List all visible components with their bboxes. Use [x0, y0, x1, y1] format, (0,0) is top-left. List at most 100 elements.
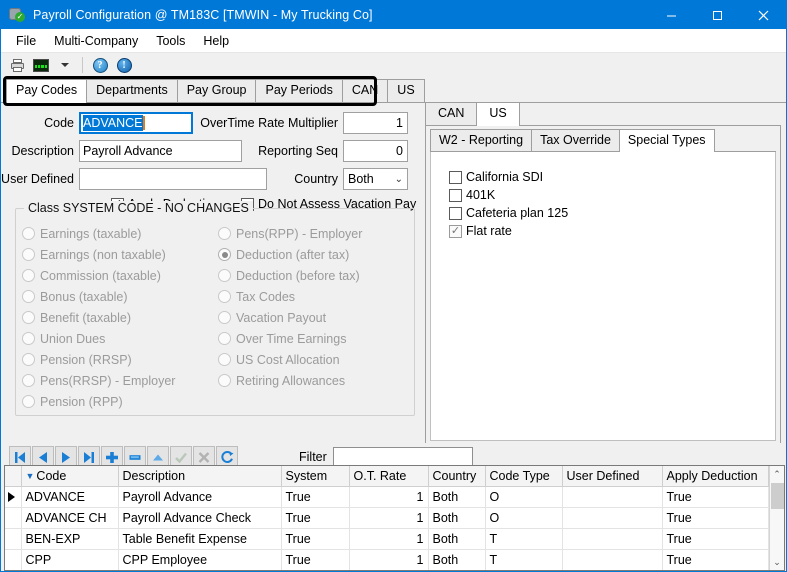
close-button[interactable]: [740, 1, 786, 29]
radio-retiring-allowances[interactable]: Retiring Allowances: [218, 370, 414, 391]
tab-us[interactable]: US: [387, 79, 424, 102]
chevron-down-icon[interactable]: [54, 55, 76, 75]
column-header-user-defined[interactable]: User Defined: [562, 466, 662, 487]
radio-icon: [218, 353, 231, 366]
menu-item-multi-company[interactable]: Multi-Company: [45, 31, 147, 51]
grid-vertical-scrollbar[interactable]: ⌃ ⌄: [769, 466, 785, 570]
table-row[interactable]: CPP CPP Employee True 1 Both T True: [5, 550, 768, 571]
paycodes-grid: ▼Code Description System O.T. Rate Count…: [4, 465, 785, 571]
column-header-system[interactable]: System: [281, 466, 349, 487]
radio-us-cost-allocation[interactable]: US Cost Allocation: [218, 349, 414, 370]
table-row[interactable]: ADVANCE Payroll Advance True 1 Both O Tr…: [5, 487, 768, 508]
tab-tax-override[interactable]: Tax Override: [531, 129, 620, 151]
column-header-code-type[interactable]: Code Type: [485, 466, 562, 487]
overtime-rate-multiplier-input[interactable]: 1: [343, 112, 408, 134]
radio-commission-taxable[interactable]: Commission (taxable): [22, 265, 218, 286]
radio-pens-rrsp-employer[interactable]: Pens(RRSP) - Employer: [22, 370, 218, 391]
tab-pay-periods[interactable]: Pay Periods: [255, 79, 342, 102]
tab-can[interactable]: CAN: [342, 79, 388, 102]
radio-icon: [22, 269, 35, 282]
cell-country: Both: [428, 487, 485, 508]
class-groupbox: Class SYSTEM CODE - NO CHANGES Earnings …: [15, 208, 415, 416]
user-defined-input[interactable]: [79, 168, 267, 190]
main-tabstrip-wrapper: Pay Codes Departments Pay Group Pay Peri…: [1, 79, 786, 103]
radio-icon: [218, 227, 231, 240]
code-input-value: ADVANCE: [83, 115, 143, 131]
menu-item-help[interactable]: Help: [194, 31, 238, 51]
flat-rate-label: Flat rate: [466, 224, 512, 238]
column-header-ot-rate[interactable]: O.T. Rate: [349, 466, 428, 487]
radio-pension-rrsp[interactable]: Pension (RRSP): [22, 349, 218, 370]
description-label: Description: [1, 144, 79, 158]
radio-pens-rpp-employer[interactable]: Pens(RPP) - Employer: [218, 223, 414, 244]
text-caret: [143, 116, 145, 130]
cell-code-type: O: [485, 487, 562, 508]
tab-special-types[interactable]: Special Types: [619, 129, 715, 152]
tab-w2-reporting[interactable]: W2 - Reporting: [430, 129, 532, 151]
maximize-button[interactable]: [694, 1, 740, 29]
radio-union-dues[interactable]: Union Dues: [22, 328, 218, 349]
radio-deduction-after-tax[interactable]: Deduction (after tax): [218, 244, 414, 265]
cell-code: ADVANCE: [21, 487, 118, 508]
checkbox-california-sdi[interactable]: California SDI: [449, 168, 775, 186]
cell-ot-rate: 1: [349, 529, 428, 550]
reporting-seq-input[interactable]: 0: [343, 140, 408, 162]
scroll-up-icon[interactable]: ⌃: [770, 466, 785, 482]
tab-pay-codes[interactable]: Pay Codes: [6, 79, 87, 103]
row-marker-cell: [5, 508, 21, 529]
column-header-apply-deduction[interactable]: Apply Deduction: [662, 466, 768, 487]
print-icon[interactable]: [6, 55, 28, 75]
checkbox-cafeteria-plan-125[interactable]: Cafeteria plan 125: [449, 204, 775, 222]
tab-pay-group[interactable]: Pay Group: [177, 79, 257, 102]
code-input[interactable]: ADVANCE: [79, 112, 193, 134]
minimize-button[interactable]: [648, 1, 694, 29]
radio-bonus-taxable[interactable]: Bonus (taxable): [22, 286, 218, 307]
radio-earnings-taxable[interactable]: Earnings (taxable): [22, 223, 218, 244]
scroll-down-icon[interactable]: ⌄: [770, 554, 785, 570]
help-icon[interactable]: ?: [89, 55, 111, 75]
info-glyph: !: [117, 58, 132, 73]
radio-icon: [218, 311, 231, 324]
radio-label: Pens(RRSP) - Employer: [40, 374, 175, 388]
radio-label: Vacation Payout: [236, 311, 326, 325]
info-icon[interactable]: !: [113, 55, 135, 75]
cell-system: True: [281, 508, 349, 529]
menu-item-file[interactable]: File: [7, 31, 45, 51]
preview-monitor-icon[interactable]: [30, 55, 52, 75]
menu-item-tools[interactable]: Tools: [147, 31, 194, 51]
country-select[interactable]: Both ⌄: [343, 168, 408, 190]
checkbox-401k[interactable]: 401K: [449, 186, 775, 204]
radio-label: Earnings (taxable): [40, 227, 141, 241]
table-row[interactable]: ADVANCE CH Payroll Advance Check True 1 …: [5, 508, 768, 529]
country-select-value: Both: [348, 172, 374, 186]
scrollbar-thumb[interactable]: [771, 483, 784, 509]
radio-label: Benefit (taxable): [40, 311, 131, 325]
column-header-code[interactable]: ▼Code: [21, 466, 118, 487]
cell-country: Both: [428, 550, 485, 571]
radio-tax-codes[interactable]: Tax Codes: [218, 286, 414, 307]
window-titlebar: ✓ Payroll Configuration @ TM183C [TMWIN …: [1, 1, 786, 29]
radio-label: Pens(RPP) - Employer: [236, 227, 362, 241]
radio-icon: [22, 353, 35, 366]
checkbox-flat-rate[interactable]: ✓ Flat rate: [449, 222, 775, 240]
radio-label: Pension (RRSP): [40, 353, 132, 367]
tab-us-panel[interactable]: US: [476, 102, 519, 126]
radio-icon: [218, 269, 231, 282]
tab-can-panel[interactable]: CAN: [425, 102, 477, 125]
description-input[interactable]: Payroll Advance: [79, 140, 242, 162]
radio-vacation-payout[interactable]: Vacation Payout: [218, 307, 414, 328]
special-types-panel: California SDI 401K Cafeteria plan 125 ✓…: [430, 152, 776, 441]
radio-benefit-taxable[interactable]: Benefit (taxable): [22, 307, 218, 328]
tab-departments[interactable]: Departments: [86, 79, 178, 102]
checkbox-icon-checked: ✓: [449, 225, 462, 238]
table-row[interactable]: BEN-EXP Table Benefit Expense True 1 Bot…: [5, 529, 768, 550]
radio-icon: [22, 248, 35, 261]
radio-earnings-non-taxable[interactable]: Earnings (non taxable): [22, 244, 218, 265]
country-settings-pane: CAN US W2 - Reporting Tax Override Speci…: [425, 103, 781, 445]
menubar: File Multi-Company Tools Help: [1, 29, 786, 53]
radio-deduction-before-tax[interactable]: Deduction (before tax): [218, 265, 414, 286]
radio-pension-rpp[interactable]: Pension (RPP): [22, 391, 218, 412]
column-header-country[interactable]: Country: [428, 466, 485, 487]
column-header-description[interactable]: Description: [118, 466, 281, 487]
radio-over-time-earnings[interactable]: Over Time Earnings: [218, 328, 414, 349]
